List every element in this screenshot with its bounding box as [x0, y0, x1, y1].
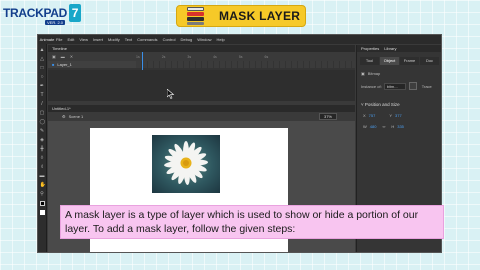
- h-value[interactable]: 335: [397, 124, 404, 129]
- pencil-tool-icon[interactable]: ✎: [40, 129, 45, 134]
- eyedropper-icon[interactable]: ℓ: [40, 165, 45, 170]
- menu-control[interactable]: Control: [163, 37, 176, 42]
- menu-insert[interactable]: Insert: [93, 37, 103, 42]
- logo-tag: VER. 2.0: [45, 20, 66, 25]
- timeline-tab-label: Timeline: [52, 46, 67, 51]
- y-label: Y: [389, 113, 393, 118]
- trace-label[interactable]: Trace: [422, 84, 432, 89]
- w-label: W: [363, 124, 367, 129]
- subtab-tool[interactable]: Tool: [360, 57, 379, 65]
- edit-bar: ⚙ Scene 1 37%: [48, 112, 355, 121]
- zoom-tool-icon[interactable]: ⚲: [40, 192, 45, 197]
- layer-name: Layer_1: [57, 62, 72, 67]
- caption-text: A mask layer is a type of layer which is…: [65, 209, 419, 235]
- x-label: X: [363, 113, 366, 118]
- chevron-down-icon: ˅: [361, 102, 364, 107]
- ruler-tick: 6s: [264, 54, 269, 59]
- subselect-tool-icon[interactable]: △: [40, 57, 45, 62]
- properties-subtabs: Tool Object Frame Doc: [360, 57, 440, 65]
- position-size-header[interactable]: ˅ Position and Size: [361, 102, 439, 107]
- wh-row: W 480 ∞ H 335: [363, 124, 437, 129]
- xy-row: X 757 Y 377: [363, 113, 437, 118]
- stroke-color-icon[interactable]: [39, 201, 45, 206]
- link-icon[interactable]: ∞: [382, 124, 385, 129]
- title-banner: MASK LAYER: [176, 5, 306, 27]
- properties-tabs: Properties Library: [357, 45, 441, 52]
- ruler-tick: 3s: [187, 54, 192, 59]
- x-value[interactable]: 757: [369, 113, 376, 118]
- new-layer-icon[interactable]: ▣: [52, 54, 56, 59]
- w-value[interactable]: 480: [370, 124, 377, 129]
- document-tabs: Untitled-1*: [48, 105, 355, 112]
- h-label: H: [391, 124, 395, 129]
- menu-help[interactable]: Help: [217, 37, 225, 42]
- y-value[interactable]: 377: [395, 113, 402, 118]
- tools-panel: ▲ △ □ ○ ✒ T / ▢ ◯ ✎ ◈ ╋ ◊ ℓ ▬ ✋ ⚲: [38, 44, 47, 252]
- menu-file[interactable]: File: [56, 37, 62, 42]
- bone-tool-icon[interactable]: ╋: [40, 147, 45, 152]
- hand-tool-icon[interactable]: ✋: [40, 183, 46, 188]
- timeline-ruler: 1s 2s 3s 4s 5s 6s: [136, 52, 355, 61]
- document-tab[interactable]: Untitled-1*: [52, 106, 71, 111]
- page-title: MASK LAYER: [219, 9, 301, 23]
- menu-view[interactable]: View: [79, 37, 88, 42]
- rectangle-tool-icon[interactable]: ▢: [40, 111, 45, 116]
- menu-text[interactable]: Text: [125, 37, 132, 42]
- trackpad-logo: TRACKPAD 7 VER. 2.0: [3, 3, 82, 25]
- menu-modify[interactable]: Modify: [108, 37, 120, 42]
- logo-version: 7: [69, 4, 82, 22]
- subtab-object[interactable]: Object: [380, 57, 399, 65]
- brush-tool-icon[interactable]: ◈: [40, 138, 45, 143]
- scene-icon: ⚙: [62, 114, 66, 119]
- transform-tool-icon[interactable]: □: [40, 66, 45, 71]
- swap-button[interactable]: [408, 82, 417, 90]
- pen-tool-icon[interactable]: ✒: [40, 84, 45, 89]
- timeline-frames[interactable]: [136, 61, 355, 68]
- logo-text: TRACKPAD: [3, 6, 68, 20]
- menu-edit[interactable]: Edit: [67, 37, 74, 42]
- app-name: Animate: [39, 37, 55, 42]
- bitmap-icon: ▣: [361, 71, 365, 76]
- menu-debug[interactable]: Debug: [180, 37, 192, 42]
- paint-bucket-icon[interactable]: ◊: [40, 156, 45, 161]
- selection-tool-icon[interactable]: ▲: [40, 48, 45, 53]
- timeline-tab[interactable]: Timeline: [48, 45, 355, 52]
- ruler-tick: 4s: [213, 54, 217, 59]
- ruler-tick: 5s: [238, 54, 243, 59]
- layer-icon: ■: [52, 62, 55, 67]
- instance-label: Instance of:: [361, 83, 382, 89]
- daisy-image[interactable]: [152, 135, 220, 193]
- instance-row: Instance of: bitm... Trace: [361, 82, 439, 90]
- layers-icon: [183, 7, 209, 25]
- delete-icon[interactable]: ✕: [70, 54, 73, 59]
- mouse-cursor-icon: [167, 89, 175, 99]
- tab-properties[interactable]: Properties: [361, 46, 379, 51]
- layer-row[interactable]: ■ Layer_1: [48, 61, 136, 68]
- ruler-tick: 2s: [161, 54, 166, 59]
- menu-commands[interactable]: Commands: [137, 37, 157, 42]
- subtab-doc[interactable]: Doc: [420, 57, 439, 65]
- tab-library[interactable]: Library: [384, 46, 396, 51]
- object-type-row: ▣ Bitmap: [361, 71, 439, 76]
- timeline-empty-area: [48, 70, 355, 101]
- zoom-field[interactable]: 37%: [319, 113, 337, 120]
- fill-color-icon[interactable]: [39, 210, 45, 215]
- menu-bar: Animate File Edit View Insert Modify Tex…: [38, 35, 441, 44]
- scene-name[interactable]: Scene 1: [69, 114, 84, 119]
- menu-window[interactable]: Window: [197, 37, 211, 42]
- lasso-tool-icon[interactable]: ○: [40, 75, 45, 80]
- text-tool-icon[interactable]: T: [40, 93, 45, 98]
- oval-tool-icon[interactable]: ◯: [40, 120, 46, 125]
- caption-box: A mask layer is a type of layer which is…: [60, 205, 444, 239]
- subtab-frame[interactable]: Frame: [400, 57, 419, 65]
- object-type: Bitmap: [367, 71, 381, 76]
- playhead[interactable]: [142, 52, 143, 72]
- timeline-panel: Timeline ▣ ▬ ✕ 1s 2s 3s 4s 5s 6s ■ Layer…: [48, 45, 355, 101]
- eraser-icon[interactable]: ▬: [40, 174, 45, 179]
- instance-field[interactable]: bitm...: [383, 82, 406, 90]
- folder-icon[interactable]: ▬: [61, 54, 65, 59]
- section-title: Position and Size: [364, 102, 400, 107]
- ruler-tick: 1s: [136, 54, 140, 59]
- line-tool-icon[interactable]: /: [40, 102, 45, 107]
